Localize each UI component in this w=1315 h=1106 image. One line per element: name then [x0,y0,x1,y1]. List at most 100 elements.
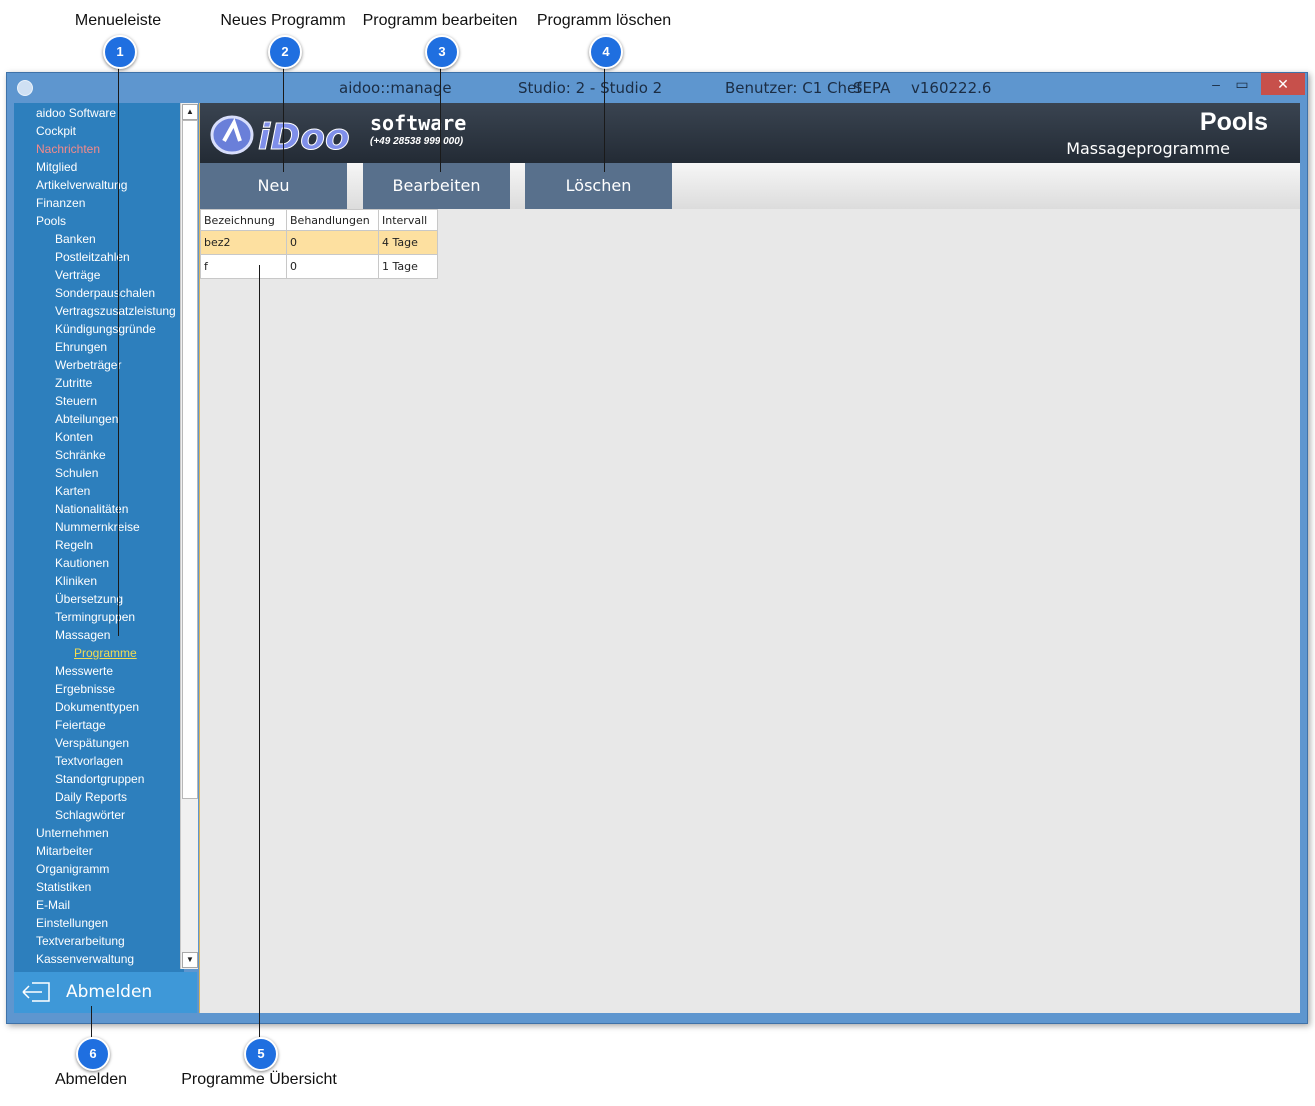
sidebar-item-karten[interactable]: Karten [55,484,90,498]
table-row[interactable]: f 0 1 Tage [200,254,438,279]
callout-label-3: Programm bearbeiten [362,12,518,29]
callout-badge-1: 1 [103,35,137,69]
cell-intervall: 4 Tage [378,230,438,255]
sidebar-item-e-mail[interactable]: E-Mail [36,898,70,912]
sidebar-item-cockpit[interactable]: Cockpit [36,124,76,138]
sidebar-item-abteilungen[interactable]: Abteilungen [55,412,118,426]
sidebar-item-kassenverwaltung[interactable]: Kassenverwaltung [36,952,134,966]
sidebar-item-pools[interactable]: Pools [36,214,66,228]
logout-button[interactable]: Abmelden [14,972,197,1013]
callout-badge-5: 5 [244,1037,278,1071]
sidebar-item-dokumenttypen[interactable]: Dokumenttypen [55,700,139,714]
callout-label-4: Programm löschen [536,12,672,29]
sidebar-item-verspatungen[interactable]: Verspätungen [55,736,129,750]
callout-leader-6 [91,1006,92,1037]
column-header-bezeichnung[interactable]: Bezeichnung [200,209,287,231]
sidebar-item-artikelverwaltung[interactable]: Artikelverwaltung [36,178,127,192]
close-icon[interactable]: ✕ [1261,73,1305,95]
sidebar-scrollbar[interactable]: ▲ ▼ [180,103,198,969]
sidebar-item-regeln[interactable]: Regeln [55,538,93,552]
programs-table: Bezeichnung Behandlungen Intervall bez2 … [200,209,438,279]
sepa-label: SEPA [853,79,891,97]
sidebar-item-finanzen[interactable]: Finanzen [36,196,85,210]
page-subtitle: Massageprogramme [1066,139,1230,158]
sidebar-item-steuern[interactable]: Steuern [55,394,97,408]
toolbar: Neu Bearbeiten Löschen [200,163,1300,209]
maximize-icon[interactable]: ▭ [1229,73,1255,95]
callout-label-5: Programme Übersicht [181,1071,337,1088]
cell-behandlungen: 0 [286,254,379,279]
sidebar-item-kliniken[interactable]: Kliniken [55,574,97,588]
sidebar-item-textvorlagen[interactable]: Textvorlagen [55,754,123,768]
version-label: v160222.6 [911,79,992,97]
sidebar-item-nachrichten[interactable]: Nachrichten [36,142,100,156]
sidebar-item-programme[interactable]: Programme [74,646,137,660]
aidoo-logo-icon: iDoo [210,115,350,157]
callout-leader-3 [440,66,441,172]
app-window: aidoo::manage Studio: 2 - Studio 2 Benut… [6,72,1308,1024]
sidebar-item-zutritte[interactable]: Zutritte [55,376,92,390]
cell-bezeichnung: f [200,254,287,279]
callout-badge-6: 6 [76,1037,110,1071]
window-title: aidoo::manage [339,79,452,97]
scroll-up-icon[interactable]: ▲ [182,104,198,120]
page-header: iDoo software (+49 28538 999 000) Pools … [200,103,1300,163]
edit-button[interactable]: Bearbeiten [363,163,510,209]
scroll-down-icon[interactable]: ▼ [182,952,198,968]
sidebar-item-schulen[interactable]: Schulen [55,466,98,480]
page-title: Pools [1199,108,1268,136]
sidebar-item-ergebnisse[interactable]: Ergebnisse [55,682,115,696]
user-label: Benutzer: C1 Chef [725,79,862,97]
sidebar-item-statistiken[interactable]: Statistiken [36,880,91,894]
sidebar-item-kundigungsgrunde[interactable]: Kündigungsgründe [55,322,156,336]
sidebar-item-aidoo-software[interactable]: aidoo Software [36,106,116,120]
sidebar-item-schranke[interactable]: Schränke [55,448,106,462]
cell-bezeichnung: bez2 [200,230,287,255]
sidebar-item-konten[interactable]: Konten [55,430,93,444]
sidebar-item-vertrage[interactable]: Verträge [55,268,100,282]
sidebar-item-feiertage[interactable]: Feiertage [55,718,106,732]
sidebar-item-ehrungen[interactable]: Ehrungen [55,340,107,354]
column-header-intervall[interactable]: Intervall [378,209,438,231]
sidebar-item-ubersetzung[interactable]: Übersetzung [55,592,123,606]
menu-sidebar: aidoo Software Cockpit Nachrichten Mitglied… [14,103,184,972]
sidebar-item-textverarbeitung[interactable]: Textverarbeitung [36,934,125,948]
callout-label-2: Neues Programm [220,12,346,29]
callout-leader-4 [604,66,605,172]
app-logo-icon[interactable] [17,80,33,96]
sidebar-item-daily-reports[interactable]: Daily Reports [55,790,127,804]
new-button[interactable]: Neu [200,163,347,209]
sidebar-item-nummernkreise[interactable]: Nummernkreise [55,520,140,534]
sidebar-item-messwerte[interactable]: Messwerte [55,664,113,678]
title-bar[interactable]: aidoo::manage Studio: 2 - Studio 2 Benut… [7,73,1307,101]
sidebar-item-sonderpauschalen[interactable]: Sonderpauschalen [55,286,155,300]
logout-arrow-icon [22,982,50,1002]
sidebar-item-schlagworter[interactable]: Schlagwörter [55,808,125,822]
minimize-icon[interactable]: – [1203,73,1229,95]
cell-intervall: 1 Tage [378,254,438,279]
logout-label: Abmelden [66,982,153,1002]
sidebar-item-mitarbeiter[interactable]: Mitarbeiter [36,844,93,858]
callout-leader-5 [259,265,260,1037]
sidebar-item-banken[interactable]: Banken [55,232,96,246]
callout-badge-4: 4 [589,35,623,69]
sidebar-item-termingruppen[interactable]: Termingruppen [55,610,135,624]
table-row[interactable]: bez2 0 4 Tage [200,230,438,255]
delete-button[interactable]: Löschen [525,163,672,209]
callout-label-1: Menueleiste [74,12,162,29]
sidebar-item-standortgruppen[interactable]: Standortgruppen [55,772,144,786]
callout-badge-3: 3 [425,35,459,69]
sidebar-item-einstellungen[interactable]: Einstellungen [36,916,108,930]
sidebar-item-organigramm[interactable]: Organigramm [36,862,109,876]
sidebar-item-vertragszusatzleistung[interactable]: Vertragszusatzleistung [55,304,176,318]
logo-software: software [370,111,467,135]
sidebar-item-unternehmen[interactable]: Unternehmen [36,826,109,840]
sidebar-item-kautionen[interactable]: Kautionen [55,556,109,570]
scrollbar-thumb[interactable] [182,120,198,799]
callout-badge-2: 2 [268,35,302,69]
sidebar-item-mitglied[interactable]: Mitglied [36,160,77,174]
sidebar-item-massagen[interactable]: Massagen [55,628,110,642]
column-header-behandlungen[interactable]: Behandlungen [286,209,379,231]
callout-leader-2 [283,66,284,172]
sidebar-item-werbetrager[interactable]: Werbeträger [55,358,121,372]
